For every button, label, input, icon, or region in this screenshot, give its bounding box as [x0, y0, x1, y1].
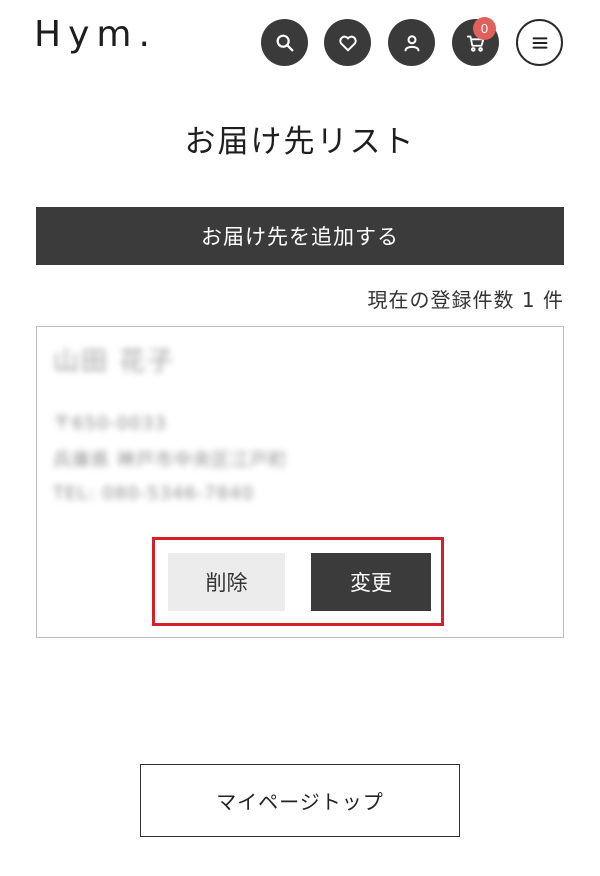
account-button[interactable] [388, 19, 435, 66]
favorites-button[interactable] [324, 19, 371, 66]
page-title: お届け先リスト [184, 124, 416, 160]
page: Hym. 0 お届け先リスト お届け先を追加する 現在の登録件数 1 件 山田 … [0, 0, 600, 876]
search-button[interactable] [261, 19, 308, 66]
mypage-top-button[interactable]: マイページトップ [140, 764, 460, 837]
recipient-name: 山田 花子 [53, 347, 176, 377]
postal-code: 〒650-0033 [53, 413, 167, 434]
heart-icon [338, 35, 357, 51]
header: Hym. 0 [0, 0, 600, 90]
menu-button[interactable] [516, 19, 563, 66]
delete-button[interactable]: 削除 [168, 553, 285, 611]
address-line: 兵庫県 神戸市中央区江戸町 [53, 450, 288, 471]
phone-number: TEL: 080-5346-7840 [53, 483, 255, 504]
user-icon [404, 34, 419, 51]
edit-button[interactable]: 変更 [311, 553, 431, 611]
registered-count: 現在の登録件数 1 件 [367, 288, 564, 312]
logo[interactable]: Hym. [34, 14, 157, 55]
add-address-button[interactable]: お届け先を追加する [36, 207, 564, 265]
menu-icon [532, 36, 547, 49]
cart-count-badge: 0 [473, 17, 496, 40]
search-icon [276, 34, 293, 51]
